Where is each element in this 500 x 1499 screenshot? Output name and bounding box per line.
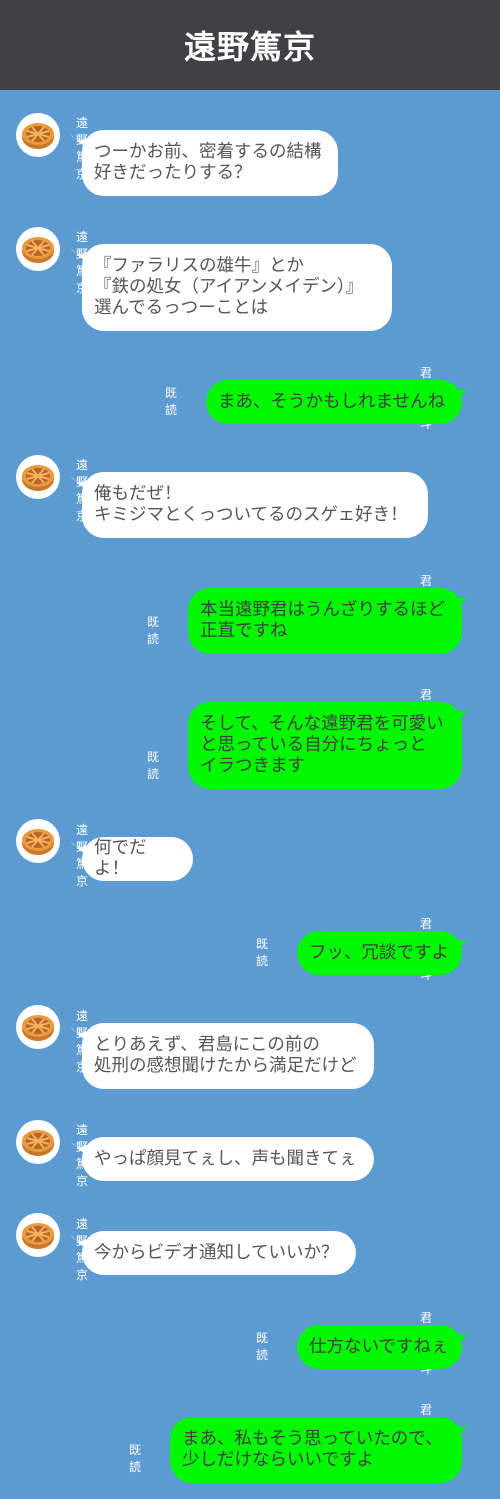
- read-receipt: 既読: [165, 386, 178, 417]
- message-bubble[interactable]: まあ、そうかもしれませんね: [206, 380, 462, 424]
- read-receipt: 既読: [147, 750, 160, 781]
- pie-icon: [22, 1223, 54, 1249]
- message-bubble[interactable]: 何でだよ！: [82, 837, 193, 881]
- avatar[interactable]: [16, 1120, 60, 1164]
- pie-icon: [22, 465, 54, 491]
- avatar[interactable]: [16, 1005, 60, 1049]
- chat-title: 遠野篤京: [183, 28, 316, 66]
- avatar[interactable]: [16, 819, 60, 863]
- read-receipt: 既読: [256, 937, 269, 968]
- read-receipt: 既読: [129, 1443, 142, 1474]
- read-receipt: 既読: [256, 1331, 269, 1362]
- message-bubble[interactable]: フッ、冗談ですよ: [297, 931, 462, 975]
- pie-icon: [22, 237, 54, 263]
- avatar[interactable]: [16, 227, 60, 271]
- message-bubble[interactable]: とりあえず、君島にこの前の 処刑の感想聞けたから満足だけど: [82, 1023, 374, 1089]
- avatar[interactable]: [16, 455, 60, 499]
- message-bubble[interactable]: 『ファラリスの雄牛』とか 『鉄の処女（アイアンメイデン）』 選んでるっつーことは: [82, 244, 392, 331]
- read-receipt: 既読: [147, 615, 160, 646]
- chat-header: 遠野篤京: [0, 0, 500, 90]
- message-bubble[interactable]: やっぱ顔見てぇし、声も聞きてぇ: [82, 1137, 374, 1181]
- message-bubble[interactable]: つーかお前、密着するの結構 好きだったりする？: [82, 130, 338, 196]
- pie-icon: [22, 1015, 54, 1041]
- message-bubble[interactable]: 仕方ないですねぇ: [297, 1325, 462, 1369]
- avatar[interactable]: [16, 1213, 60, 1257]
- pie-icon: [22, 1130, 54, 1156]
- chat-area[interactable]: 遠野篤京 つーかお前、密着するの結構 好きだったりする？ 遠野篤京 『ファラリス…: [0, 90, 500, 1499]
- pie-icon: [22, 829, 54, 855]
- message-bubble[interactable]: 今からビデオ通知していいか？: [82, 1231, 356, 1275]
- message-bubble[interactable]: 本当遠野君はうんざりするほど 正直ですね: [188, 588, 462, 654]
- avatar[interactable]: [16, 113, 60, 157]
- message-bubble[interactable]: まあ、私もそう思っていたので、 少しだけならいいですよ: [170, 1417, 462, 1483]
- message-bubble[interactable]: 俺もだぜ！ キミジマとくっついてるのスゲェ好き！: [82, 472, 428, 538]
- message-bubble[interactable]: そして、そんな遠野君を可愛い と思っている自分にちょっと イラつきます: [188, 702, 462, 789]
- pie-icon: [22, 123, 54, 149]
